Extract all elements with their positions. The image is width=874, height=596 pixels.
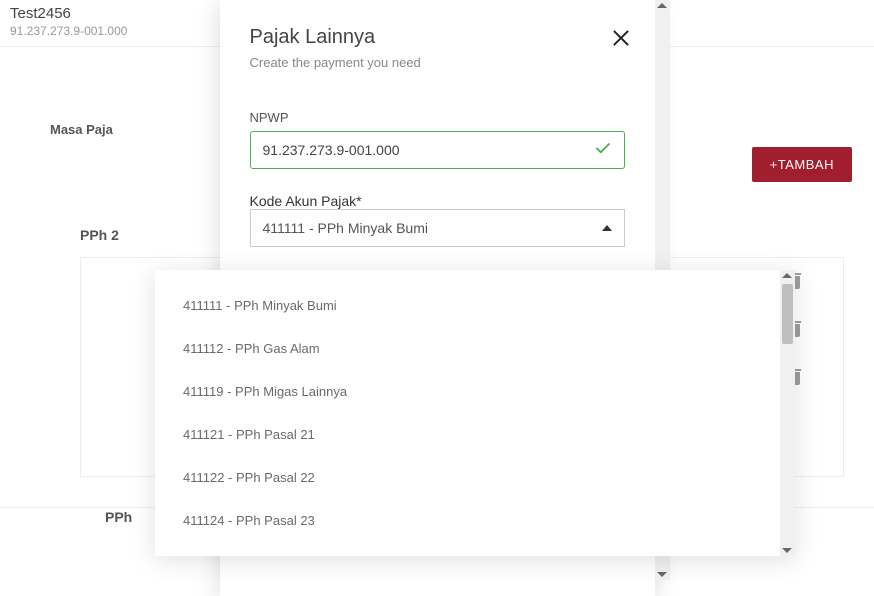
npwp-label: NPWP [250, 110, 625, 125]
kode-akun-options: 411111 - PPh Minyak Bumi 411112 - PPh Ga… [155, 270, 795, 556]
npwp-value: 91.237.273.9-001.000 [263, 142, 400, 158]
scroll-down-icon [782, 548, 792, 553]
kode-akun-dropdown[interactable]: 411111 - PPh Minyak Bumi [250, 209, 625, 247]
modal-title: Pajak Lainnya [250, 26, 625, 49]
option-item[interactable]: 411119 - PPh Migas Lainnya [155, 370, 795, 413]
option-item[interactable]: 411122 - PPh Pasal 22 [155, 456, 795, 499]
plus-icon: + [770, 157, 778, 172]
tambah-button[interactable]: +TAMBAH [752, 147, 852, 182]
section-pph-label: PPh 2 [80, 227, 119, 243]
section-pph2-label: PPh [105, 509, 132, 525]
option-item[interactable]: 411124 - PPh Pasal 23 [155, 499, 795, 542]
caret-up-icon [602, 225, 612, 231]
npwp-input[interactable]: 91.237.273.9-001.000 [250, 131, 625, 169]
option-item[interactable]: 411111 - PPh Minyak Bumi [155, 284, 795, 327]
scroll-up-icon [657, 3, 667, 8]
option-item[interactable]: 411112 - PPh Gas Alam [155, 327, 795, 370]
kode-akun-label: Kode Akun Pajak* [250, 193, 362, 209]
masa-pajak-label: Masa Paja [50, 122, 113, 137]
dropdown-selected: 411111 - PPh Minyak Bumi [263, 220, 428, 236]
scroll-up-icon [782, 273, 792, 278]
check-icon [594, 140, 612, 161]
close-icon[interactable] [609, 26, 633, 50]
option-item[interactable]: 411121 - PPh Pasal 21 [155, 413, 795, 456]
scroll-thumb[interactable] [782, 284, 793, 344]
tambah-label: TAMBAH [778, 157, 834, 172]
scroll-down-icon [657, 572, 667, 577]
modal-subtitle: Create the payment you need [250, 55, 625, 70]
options-scrollbar[interactable] [780, 270, 795, 556]
